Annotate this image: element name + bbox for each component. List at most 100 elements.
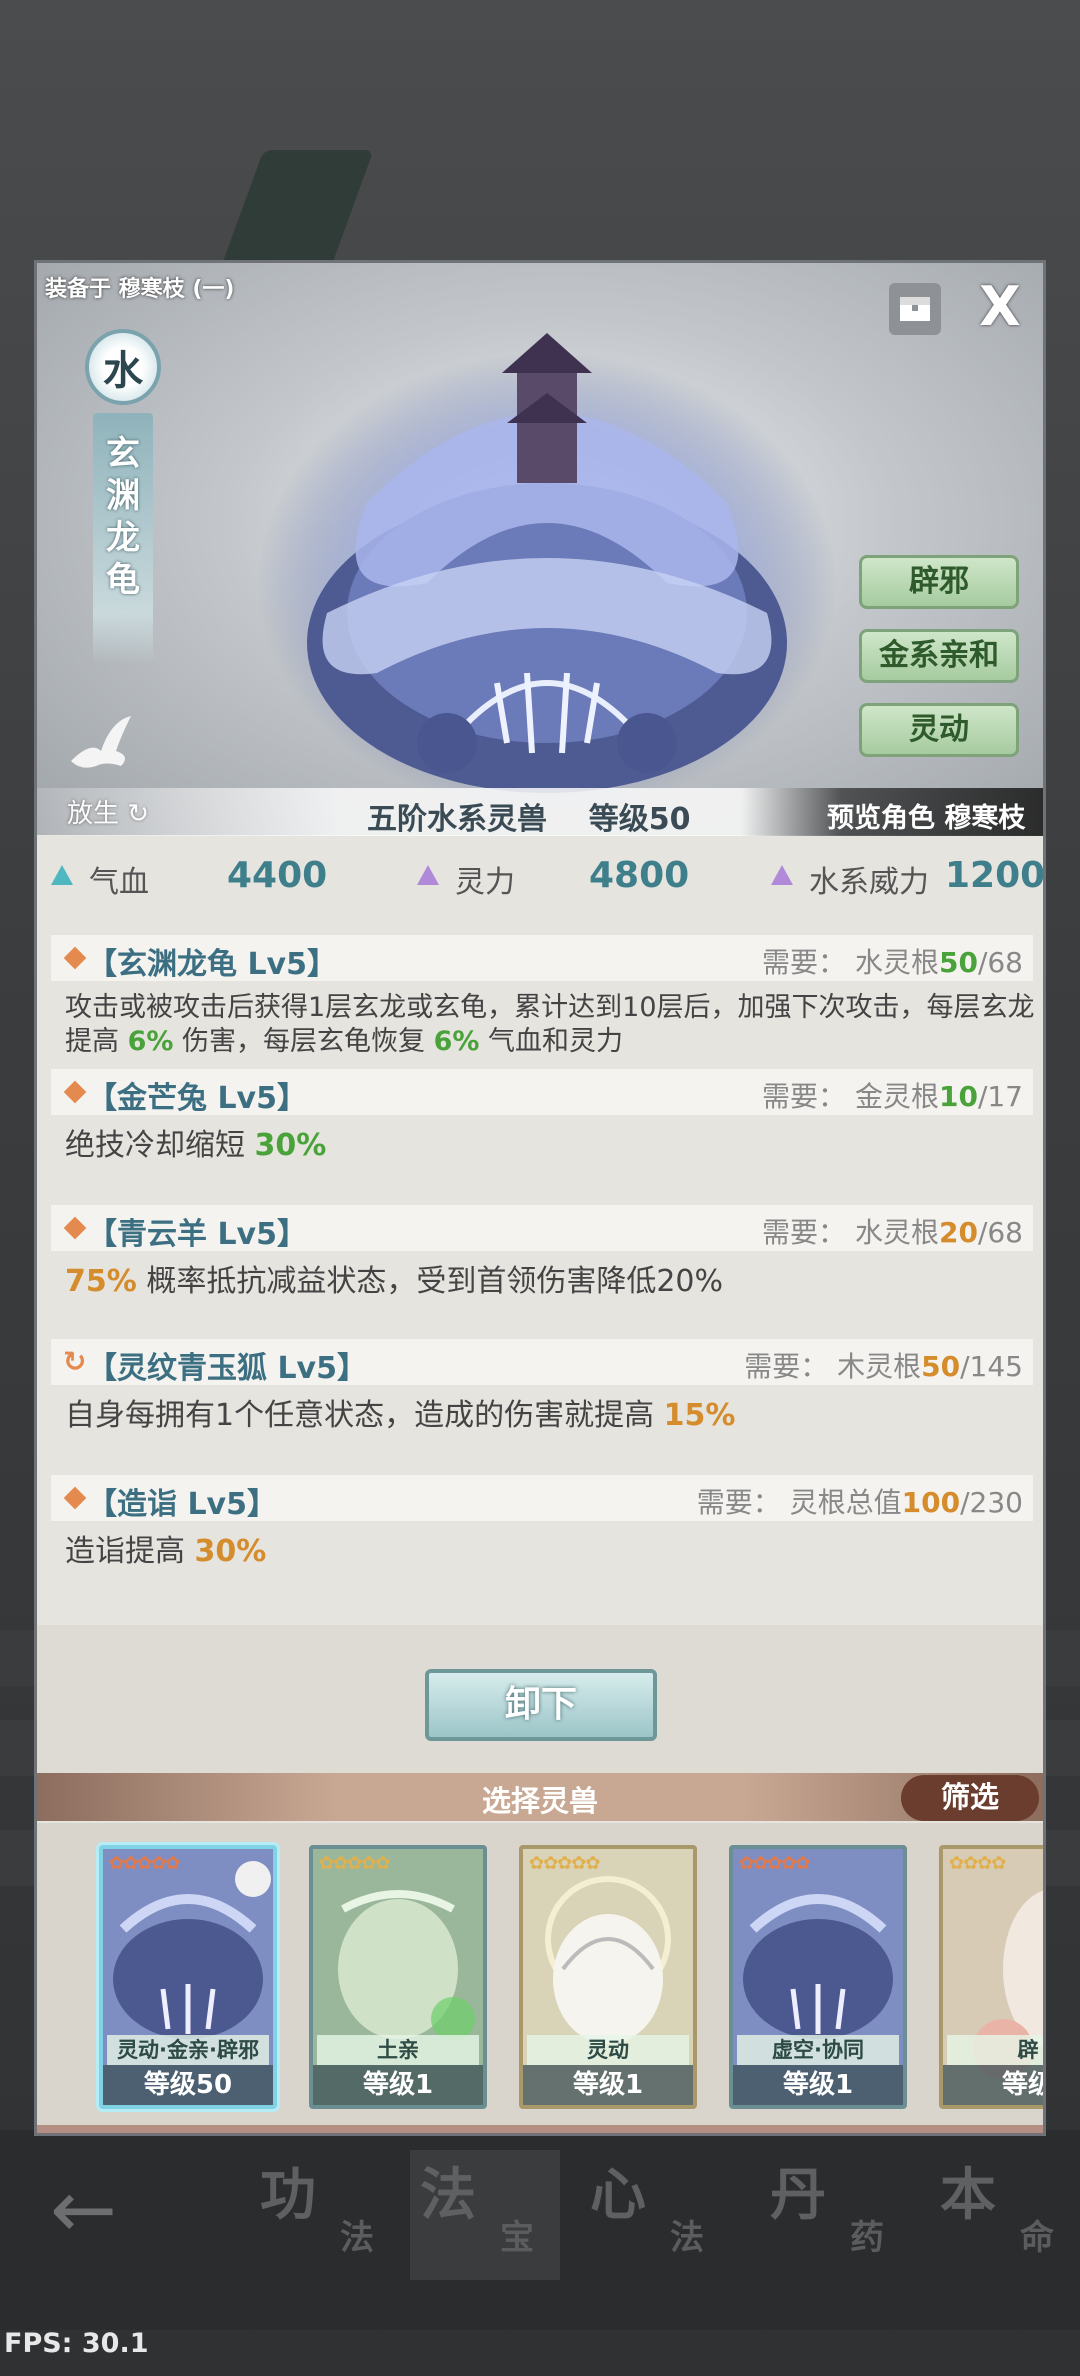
skill-requirement: 需要： 木灵根50/145: [744, 1345, 1023, 1385]
trait-button-jinxi-qinhe[interactable]: 金系亲和: [859, 629, 1019, 683]
stat-value: 4400: [227, 855, 328, 896]
back-arrow-icon[interactable]: ←: [50, 2170, 117, 2250]
skill-header: 【青云羊 Lv5】 需要： 水灵根20/68: [51, 1205, 1033, 1252]
select-beast-title: 选择灵兽: [481, 1784, 598, 1818]
star-rating: ✿✿✿✿✿: [739, 1853, 810, 1874]
req-type: 水灵根: [854, 1216, 939, 1249]
nav-tab-main-char: 法: [420, 2163, 476, 2228]
beast-card-tag: 土亲: [317, 2035, 479, 2065]
beast-illustration: [257, 333, 837, 813]
req-have: 20: [938, 1216, 978, 1249]
nav-tab-fabao[interactable]: 法 宝: [410, 2150, 560, 2280]
star-rating: ✿✿✿✿✿: [319, 1853, 390, 1874]
level-text: 等级50: [588, 802, 691, 837]
filter-button[interactable]: 筛选: [901, 1775, 1039, 1821]
req-label: 需要：: [762, 946, 847, 979]
beast-card-level: 等级1: [523, 2065, 693, 2105]
skill-requirement: 需要： 金灵根10/17: [762, 1075, 1023, 1115]
nav-tab-danyao[interactable]: 丹 药: [760, 2150, 910, 2280]
rank-text: 五阶水系灵兽: [367, 802, 547, 837]
stat-label: 灵力: [455, 865, 515, 900]
req-have: 10: [938, 1080, 978, 1113]
desc-value: 30%: [194, 1534, 267, 1569]
nav-tab-main-char: 心: [590, 2163, 646, 2228]
req-type: 水灵根: [854, 946, 939, 979]
star-rating: ✿✿✿✿: [949, 1853, 1006, 1874]
req-label: 需要：: [744, 1350, 829, 1383]
desc-value: 15%: [663, 1398, 736, 1433]
req-type: 灵根总值: [789, 1486, 902, 1519]
stat-value: 1200: [945, 855, 1046, 896]
beast-card-level: 等级1: [733, 2065, 903, 2105]
skill-name: 【灵纹青玉狐 Lv5】: [87, 1351, 367, 1386]
crane-icon[interactable]: [61, 711, 141, 781]
req-total: /230: [960, 1486, 1023, 1519]
nav-tab-benming[interactable]: 本 命: [930, 2150, 1080, 2280]
stats-row: 气血 4400 灵力 4800 水系威力 1200: [37, 851, 1043, 907]
desc-value: 6%: [433, 1026, 480, 1057]
diamond-icon: [63, 946, 87, 970]
desc-value: 75%: [65, 1264, 137, 1299]
req-total: /145: [960, 1350, 1023, 1383]
skill-requirement: 需要： 水灵根50/68: [762, 941, 1023, 981]
purple-triangle-icon: [771, 865, 793, 885]
rank-level-text: 五阶水系灵兽 等级50: [367, 794, 691, 838]
req-total: /17: [977, 1080, 1023, 1113]
beast-card-list: ✿✿✿✿✿ 灵动·金亲·辟邪 等级50 ✿✿✿✿✿ 土亲 等级1 ✿✿✿✿✿ 灵…: [37, 1823, 1043, 2125]
skill-name: 【青云羊 Lv5】: [87, 1217, 307, 1252]
beast-card[interactable]: ✿✿✿✿✿ 灵动 等级1: [519, 1845, 697, 2109]
beast-card-tag: 灵动·金亲·辟邪: [107, 2035, 269, 2065]
beast-card-level: 等级1: [313, 2065, 483, 2105]
beast-card[interactable]: ✿✿✿✿✿ 灵动·金亲·辟邪 等级50: [99, 1845, 277, 2109]
unequip-button[interactable]: 卸下: [425, 1669, 657, 1741]
close-button[interactable]: X: [973, 277, 1027, 337]
element-badge: 水: [85, 329, 161, 405]
desc-text: 伤害，每层玄龟恢复: [173, 1026, 434, 1057]
skill-header: 【造诣 Lv5】 需要： 灵根总值100/230: [51, 1475, 1033, 1522]
nav-tab-main-char: 本: [940, 2163, 996, 2228]
req-type: 金灵根: [854, 1080, 939, 1113]
stat-value: 4800: [589, 855, 690, 896]
desc-text: 自身每拥有1个任意状态，造成的伤害就提高: [65, 1398, 664, 1433]
nav-tab-main-char: 功: [260, 2163, 316, 2228]
beast-card[interactable]: ✿✿✿✿✿ 土亲 等级1: [309, 1845, 487, 2109]
req-total: /68: [977, 946, 1023, 979]
nav-tab-sub-char: 法: [340, 2218, 374, 2258]
skill-header: 【金芒兔 Lv5】 需要： 金灵根10/17: [51, 1069, 1033, 1116]
beast-card[interactable]: ✿✿✿✿✿ 虚空·协同 等级1: [729, 1845, 907, 2109]
skill-requirement: 需要： 灵根总值100/230: [697, 1481, 1023, 1521]
diamond-icon: [63, 1216, 87, 1240]
skill-name: 【金芒兔 Lv5】: [87, 1081, 307, 1116]
nav-tab-xinfa[interactable]: 心 法: [580, 2150, 730, 2280]
nav-tab-sub-char: 法: [670, 2218, 704, 2258]
skill-requirement: 需要： 水灵根20/68: [762, 1211, 1023, 1251]
nav-tab-main-char: 丹: [770, 2163, 826, 2228]
skill-name: 【造诣 Lv5】: [87, 1487, 277, 1522]
skill-description: 攻击或被攻击后获得1层玄龙或玄龟，累计达到10层后，加强下次攻击，每层玄龙提高 …: [65, 991, 1039, 1059]
req-have: 50: [938, 946, 978, 979]
nav-tab-gongfa[interactable]: 功 法: [250, 2150, 400, 2280]
trait-button-bixie[interactable]: 辟邪: [859, 555, 1019, 609]
beast-card-level: 等级50: [103, 2065, 273, 2105]
beast-card-tag: 灵动: [527, 2035, 689, 2065]
beast-info-bar: 五阶水系灵兽 等级50 预览角色 穆寒枝: [37, 788, 1043, 838]
beast-detail-panel: 装备于 穆寒枝 (一) X 水 玄 渊 龙 龟 放生 ↻ 辟邪 金系亲和 灵动 …: [34, 260, 1046, 2136]
skill-description: 自身每拥有1个任意状态，造成的伤害就提高 15%: [65, 1399, 1035, 1433]
trait-button-lingdong[interactable]: 灵动: [859, 703, 1019, 757]
skill-header: 【玄渊龙龟 Lv5】 需要： 水灵根50/68: [51, 935, 1033, 982]
desc-text: 造诣提高: [65, 1534, 195, 1569]
chest-icon[interactable]: [889, 283, 941, 335]
desc-text: 概率抵抗减益状态，受到首领伤害降低20%: [136, 1264, 724, 1299]
req-label: 需要：: [696, 1486, 781, 1519]
preview-character-text: 预览角色 穆寒枝: [827, 803, 1026, 834]
desc-text: 气血和灵力: [479, 1026, 624, 1057]
equipped-on-label: 装备于 穆寒枝 (一): [45, 277, 235, 302]
beast-card[interactable]: ✿✿✿✿ 辟 等级: [939, 1845, 1043, 2109]
beast-name-char: 玄: [106, 434, 140, 474]
fps-counter: FPS: 30.1: [4, 2328, 149, 2359]
desc-value: 6%: [127, 1026, 174, 1057]
stat-label: 气血: [89, 865, 149, 900]
beast-name-vertical: 玄 渊 龙 龟: [103, 433, 143, 601]
panel-bottom-border: [37, 2125, 1043, 2133]
star-rating: ✿✿✿✿✿: [109, 1853, 180, 1874]
